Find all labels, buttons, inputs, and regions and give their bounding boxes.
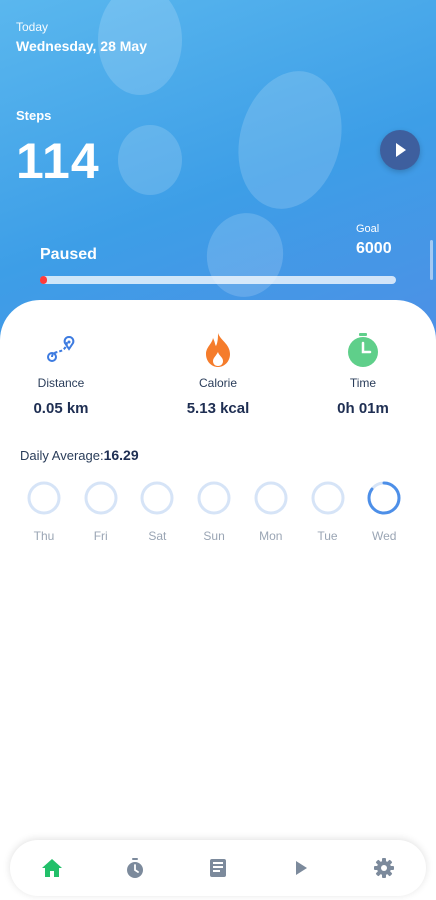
goal-label: Goal xyxy=(356,223,380,235)
header-banner: Today Wednesday, 28 May Steps 114 Paused… xyxy=(0,0,436,340)
steps-progress-bar xyxy=(40,276,396,284)
day-thu[interactable]: Thu xyxy=(24,480,64,543)
flame-icon xyxy=(206,333,230,367)
day-mon[interactable]: Mon xyxy=(251,480,291,543)
distance-value: 0.05 km xyxy=(33,400,89,417)
time-label: Time xyxy=(349,376,377,390)
time-metric: Time 0h 01m xyxy=(298,330,428,417)
day-sun[interactable]: Sun xyxy=(194,480,234,543)
daily-average-label: Daily Average: xyxy=(20,448,104,463)
day-fri[interactable]: Fri xyxy=(81,480,121,543)
day-tue[interactable]: Tue xyxy=(308,480,348,543)
date-label: Today xyxy=(16,20,49,34)
goal-value: 6000 xyxy=(356,240,392,257)
calorie-label: Calorie xyxy=(198,376,237,390)
day-label: Thu xyxy=(33,529,55,543)
distance-metric: Distance 0.05 km xyxy=(0,330,126,417)
day-label: Sat xyxy=(148,529,167,543)
timer-icon xyxy=(348,333,378,367)
route-icon xyxy=(47,335,75,362)
day-label: Wed xyxy=(371,529,397,543)
home-icon xyxy=(41,859,62,877)
time-value: 0h 01m xyxy=(337,400,389,417)
steps-progress-fill xyxy=(40,276,47,284)
nav-settings[interactable] xyxy=(364,848,404,888)
day-wed[interactable]: Wed xyxy=(364,480,404,543)
tracking-status: Paused xyxy=(40,246,97,263)
book-icon xyxy=(209,859,226,877)
day-label: Sun xyxy=(203,529,225,543)
daily-average: Daily Average:16.29 xyxy=(20,447,139,463)
play-icon xyxy=(296,861,308,875)
play-button[interactable] xyxy=(380,130,420,170)
day-progress-ring xyxy=(27,481,61,515)
day-label: Mon xyxy=(259,529,283,543)
nav-workout[interactable] xyxy=(281,848,321,888)
steps-count: 114 xyxy=(16,133,100,189)
daily-average-value: 16.29 xyxy=(103,447,139,463)
day-label: Fri xyxy=(93,529,108,543)
day-progress-ring xyxy=(367,481,401,515)
day-sat[interactable]: Sat xyxy=(137,480,177,543)
gear-icon xyxy=(374,858,395,878)
bottom-navigation xyxy=(10,840,426,896)
scroll-indicator xyxy=(430,240,433,280)
distance-label: Distance xyxy=(37,376,85,390)
day-progress-ring xyxy=(140,481,174,515)
nav-history[interactable] xyxy=(198,848,238,888)
calorie-value: 5.13 kcal xyxy=(186,400,250,417)
play-icon xyxy=(396,143,406,157)
day-progress-ring xyxy=(311,481,344,515)
day-label: Tue xyxy=(317,529,338,543)
date-value: Wednesday, 28 May xyxy=(16,38,147,54)
day-progress-ring xyxy=(254,481,288,515)
steps-label: Steps xyxy=(16,108,52,123)
nav-stopwatch[interactable] xyxy=(115,848,155,888)
calorie-metric: Calorie 5.13 kcal xyxy=(153,330,283,417)
nav-home[interactable] xyxy=(32,848,72,888)
day-progress-ring xyxy=(197,481,231,515)
stats-card: Distance 0.05 km Calorie 5.13 kcal Time … xyxy=(0,300,436,840)
day-progress-ring xyxy=(84,481,118,515)
stopwatch-icon xyxy=(126,858,143,878)
